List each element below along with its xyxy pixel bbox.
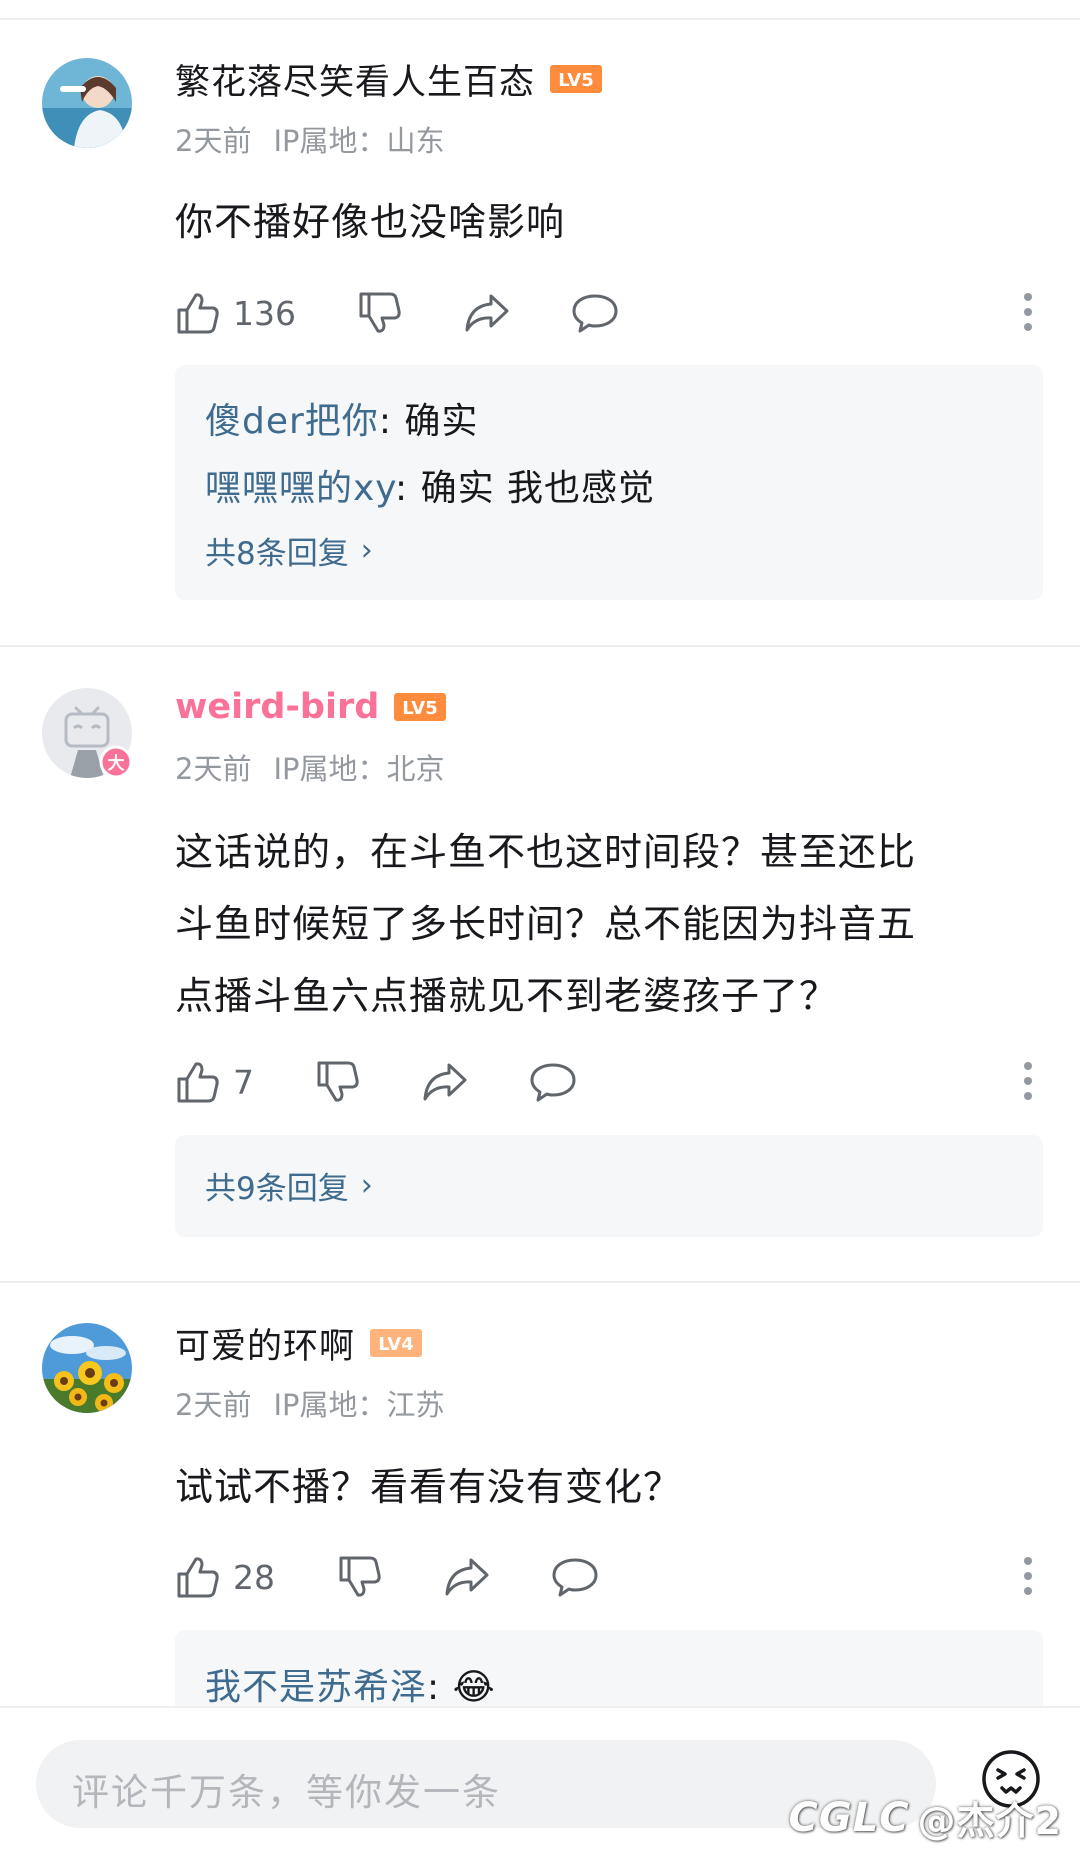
ip-location: IP属地：江苏 (273, 1388, 445, 1422)
view-all-replies-link[interactable]: 共8条回复 › (205, 528, 373, 573)
comment-divider (0, 1281, 1080, 1283)
share-button[interactable] (421, 1057, 469, 1107)
share-icon (423, 1063, 467, 1101)
top-divider (0, 18, 1080, 20)
comment-icon (530, 1063, 576, 1102)
reply-username[interactable]: 嘿嘿嘿的xy (205, 468, 395, 509)
reply-button[interactable] (551, 1552, 599, 1602)
thumb-down-icon (339, 1556, 381, 1597)
avatar[interactable] (42, 1323, 132, 1413)
svg-text:大: 大 (108, 753, 125, 774)
reply-text: 确实 (404, 401, 479, 442)
more-vertical-icon (1024, 1557, 1032, 1595)
vip-badge: 大 (99, 745, 133, 779)
watermark-text: @杰介2 (917, 1799, 1062, 1843)
comment-icon (572, 294, 618, 333)
reply-preview-line[interactable]: 嘿嘿嘿的xy: 确实 我也感觉 (205, 459, 655, 511)
like-count: 136 (233, 293, 296, 333)
share-icon (445, 1558, 489, 1596)
more-vertical-icon (1024, 1062, 1032, 1100)
thumb-down-icon (317, 1061, 359, 1102)
dislike-button[interactable] (357, 288, 403, 338)
reply-preview-line[interactable]: 傻der把你: 确实 (205, 392, 478, 444)
share-button[interactable] (443, 1552, 491, 1602)
thumb-up-icon (177, 1557, 219, 1598)
comment-text: 这话说的，在斗鱼不也这时间段？甚至还比 斗鱼时候短了多长时间？总不能因为抖音五 … (175, 830, 917, 1018)
watermark-logo: CGLC (788, 1794, 910, 1841)
reply-preview-box[interactable]: 傻der把你: 确实 嘿嘿嘿的xy: 确实 我也感觉 共8条回复 › (175, 365, 1043, 600)
reply-username[interactable]: 傻der把你 (205, 401, 379, 442)
comment-text: 试试不播？看看有没有变化？ (175, 1465, 683, 1509)
more-vertical-icon (1024, 293, 1032, 331)
comment-divider (0, 645, 1080, 647)
reply-preview-box[interactable]: 共9条回复 › (175, 1135, 1043, 1237)
like-count: 7 (233, 1062, 254, 1102)
more-options-button[interactable] (1023, 1556, 1033, 1600)
avatar[interactable]: 大 (42, 688, 133, 779)
reply-button[interactable] (529, 1057, 577, 1107)
svg-text:LV4: LV4 (378, 1334, 413, 1355)
username[interactable]: 可爱的环啊 (175, 1318, 355, 1369)
comment-text: 你不播好像也没啥影响 (175, 200, 566, 244)
ip-location: IP属地：山东 (273, 124, 445, 158)
share-button[interactable] (463, 288, 511, 338)
chevron-right-icon: › (360, 1168, 373, 1203)
thumb-up-icon (177, 1062, 219, 1103)
like-count: 28 (233, 1557, 275, 1597)
comment-icon (552, 1558, 598, 1597)
comment-time: 2天前 (175, 124, 252, 158)
ip-location: IP属地：北京 (273, 752, 445, 786)
level-badge: LV5 (394, 693, 447, 721)
input-placeholder: 评论千万条，等你发一条 (72, 1771, 501, 1814)
comment-input-bar: 评论千万条，等你发一条 CGLC @杰介2 (0, 1706, 1080, 1859)
reply-username[interactable]: 我不是苏希泽 (205, 1667, 427, 1708)
level-badge: LV5 (550, 65, 603, 93)
svg-text:LV5: LV5 (558, 70, 593, 91)
avatar[interactable] (42, 58, 132, 148)
username[interactable]: 繁花落尽笑看人生百态 (175, 54, 535, 105)
svg-text:LV5: LV5 (403, 698, 438, 719)
like-button[interactable]: 7 (175, 1057, 254, 1107)
thumb-up-icon (177, 293, 219, 334)
thumb-down-icon (359, 292, 401, 333)
like-button[interactable]: 136 (175, 288, 296, 338)
username[interactable]: weird-bird (175, 687, 379, 727)
watermark: CGLC @杰介2 (789, 1790, 1062, 1845)
comment-time: 2天前 (175, 752, 252, 786)
reply-preview-line[interactable]: 我不是苏希泽: 😂 (205, 1658, 496, 1710)
dislike-button[interactable] (337, 1552, 383, 1602)
level-badge: LV4 (370, 1329, 423, 1357)
like-button[interactable]: 28 (175, 1552, 275, 1602)
reply-emoji: 😂 (452, 1667, 496, 1708)
more-options-button[interactable] (1023, 292, 1033, 336)
view-all-replies-link[interactable]: 共9条回复 › (205, 1163, 373, 1208)
comment-time: 2天前 (175, 1388, 252, 1422)
share-icon (465, 294, 509, 332)
reply-text: 确实 我也感觉 (420, 468, 656, 509)
more-options-button[interactable] (1023, 1061, 1033, 1105)
dislike-button[interactable] (315, 1057, 361, 1107)
chevron-right-icon: › (360, 533, 373, 568)
reply-button[interactable] (571, 288, 619, 338)
